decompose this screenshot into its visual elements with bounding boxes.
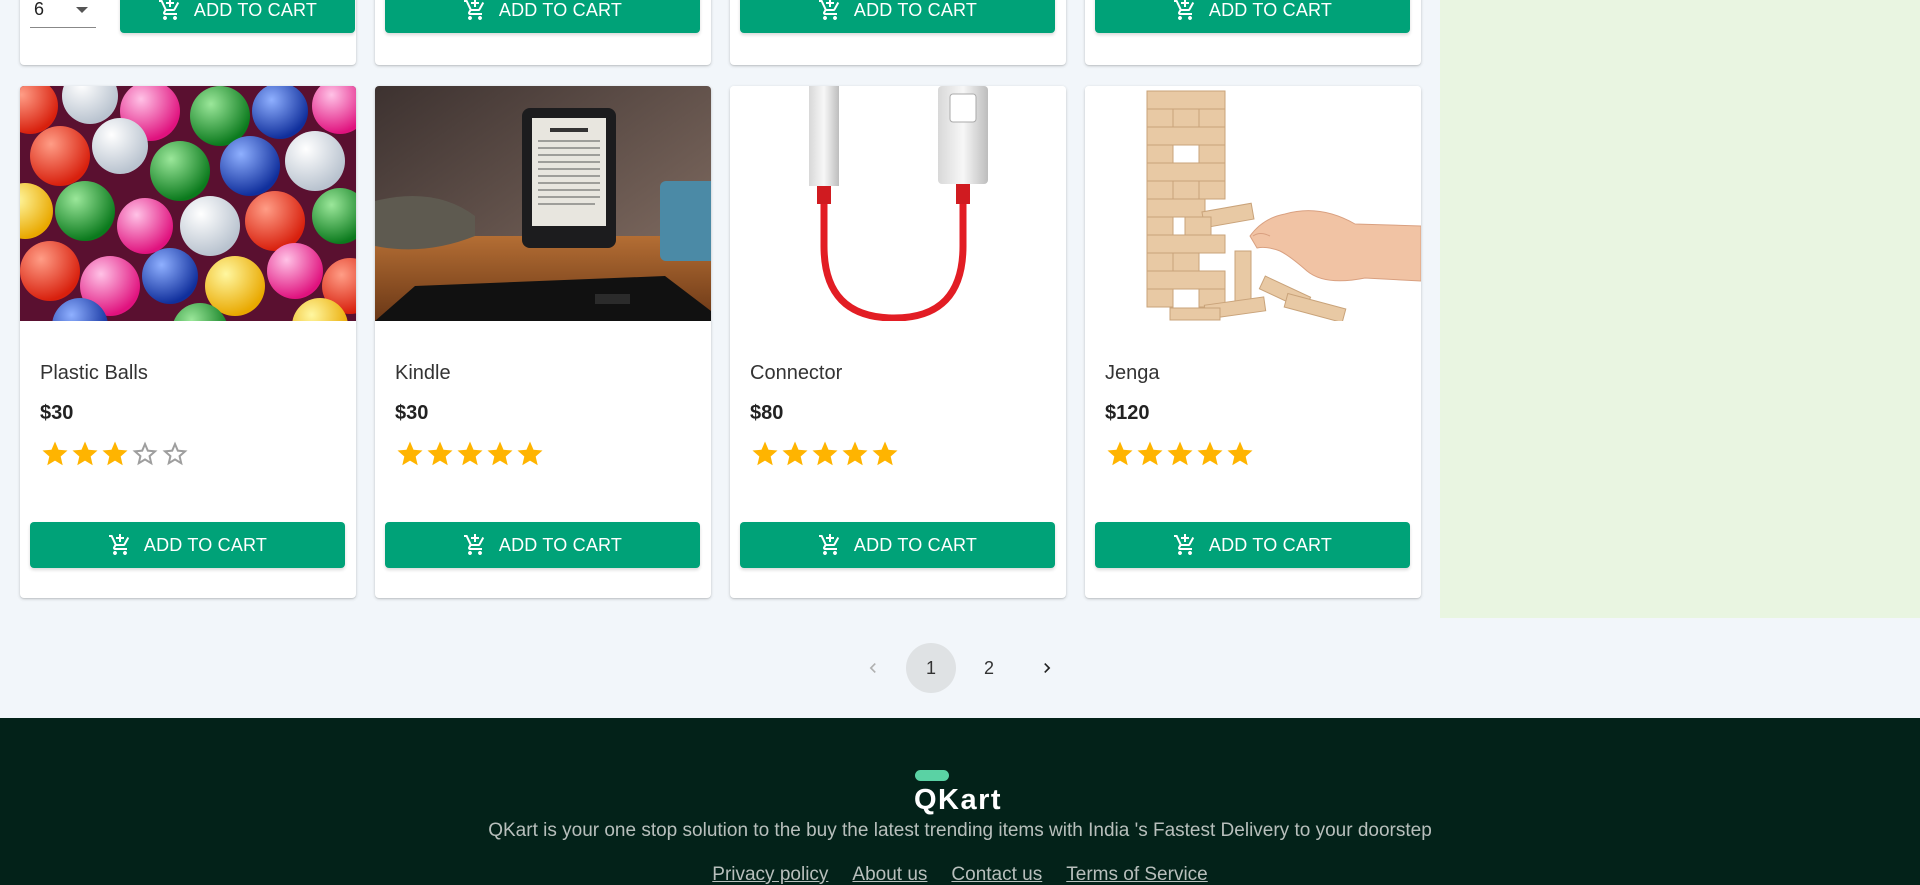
footer-tagline: QKart is your one stop solution to the b… <box>488 820 1432 841</box>
add-to-cart-label: ADD TO CART <box>1208 534 1333 555</box>
star-filled-icon <box>1195 439 1225 469</box>
product-card: Connector $80 ADD TO CART <box>730 86 1066 598</box>
product-rating <box>40 439 190 469</box>
star-filled-icon <box>840 439 870 469</box>
star-filled-icon <box>40 439 70 469</box>
product-price: $80 <box>750 402 784 424</box>
add-to-cart-button[interactable]: ADD TO CART <box>1095 522 1410 568</box>
add-cart-icon <box>818 533 842 557</box>
page-1-button[interactable]: 1 <box>906 643 956 693</box>
add-to-cart-label: ADD TO CART <box>853 0 978 20</box>
page-2-button[interactable]: 2 <box>964 643 1014 693</box>
prev-page-button[interactable] <box>848 643 898 693</box>
product-rating <box>1105 439 1255 469</box>
brand-name: QKart <box>914 784 1003 816</box>
star-filled-icon <box>515 439 545 469</box>
footer: QKart QKart is your one stop solution to… <box>0 718 1920 885</box>
pagination: 1 2 <box>0 643 1920 693</box>
add-to-cart-label: ADD TO CART <box>853 534 978 555</box>
star-filled-icon <box>780 439 810 469</box>
product-name: Kindle <box>395 362 451 384</box>
add-cart-icon <box>463 0 487 22</box>
kindle-image <box>375 86 711 321</box>
chevron-left-icon <box>869 663 876 673</box>
star-empty-icon <box>160 439 190 469</box>
star-filled-icon <box>100 439 130 469</box>
add-to-cart-button[interactable]: ADD TO CART <box>385 0 700 33</box>
star-filled-icon <box>1105 439 1135 469</box>
plastic-balls-image <box>20 86 356 321</box>
add-to-cart-label: ADD TO CART <box>193 0 318 20</box>
add-cart-icon <box>818 0 842 22</box>
chevron-down-icon <box>76 6 88 13</box>
star-filled-icon <box>455 439 485 469</box>
add-to-cart-label: ADD TO CART <box>498 0 623 20</box>
product-card: Jenga $120 ADD TO CART <box>1085 86 1421 598</box>
privacy-policy-link[interactable]: Privacy policy <box>712 864 828 885</box>
star-filled-icon <box>1135 439 1165 469</box>
product-rating <box>750 439 900 469</box>
product-card: Plastic Balls $30 ADD TO CART <box>20 86 356 598</box>
product-price: $30 <box>40 402 74 424</box>
product-card-top: ADD TO CART <box>730 0 1066 65</box>
chevron-right-icon <box>1044 663 1051 673</box>
qkart-logo: QKart <box>914 770 1004 820</box>
product-price: $30 <box>395 402 429 424</box>
quantity-select[interactable]: 6 <box>30 0 96 28</box>
next-page-button[interactable] <box>1022 643 1072 693</box>
star-filled-icon <box>870 439 900 469</box>
star-empty-icon <box>130 439 160 469</box>
add-to-cart-button[interactable]: ADD TO CART <box>30 522 345 568</box>
quantity-value: 6 <box>34 0 45 19</box>
add-to-cart-button[interactable]: ADD TO CART <box>1095 0 1410 33</box>
product-price: $120 <box>1105 402 1150 424</box>
footer-links: Privacy policy About us Contact us Terms… <box>0 864 1920 885</box>
terms-of-service-link[interactable]: Terms of Service <box>1066 864 1207 885</box>
star-filled-icon <box>485 439 515 469</box>
product-card-top: 6 ADD TO CART <box>20 0 356 65</box>
product-card-top: ADD TO CART <box>1085 0 1421 65</box>
add-to-cart-label: ADD TO CART <box>1208 0 1333 20</box>
star-filled-icon <box>750 439 780 469</box>
add-to-cart-label: ADD TO CART <box>143 534 268 555</box>
side-panel <box>1440 0 1920 618</box>
star-filled-icon <box>1165 439 1195 469</box>
logo-mark <box>915 770 949 781</box>
add-to-cart-button[interactable]: ADD TO CART <box>740 0 1055 33</box>
add-cart-icon <box>463 533 487 557</box>
connector-image <box>730 86 1066 321</box>
star-filled-icon <box>425 439 455 469</box>
contact-us-link[interactable]: Contact us <box>951 864 1042 885</box>
star-filled-icon <box>810 439 840 469</box>
add-cart-icon <box>158 0 182 22</box>
jenga-image <box>1085 86 1421 321</box>
add-cart-icon <box>108 533 132 557</box>
add-to-cart-button[interactable]: ADD TO CART <box>740 522 1055 568</box>
product-name: Connector <box>750 362 843 384</box>
product-name: Jenga <box>1105 362 1160 384</box>
add-to-cart-button[interactable]: ADD TO CART <box>385 522 700 568</box>
product-card-top: ADD TO CART <box>375 0 711 65</box>
product-name: Plastic Balls <box>40 362 148 384</box>
star-filled-icon <box>70 439 100 469</box>
add-to-cart-button[interactable]: ADD TO CART <box>120 0 355 33</box>
star-filled-icon <box>1225 439 1255 469</box>
add-to-cart-label: ADD TO CART <box>498 534 623 555</box>
product-card: Kindle $30 ADD TO CART <box>375 86 711 598</box>
about-us-link[interactable]: About us <box>852 864 927 885</box>
add-cart-icon <box>1173 0 1197 22</box>
star-filled-icon <box>395 439 425 469</box>
product-rating <box>395 439 545 469</box>
add-cart-icon <box>1173 533 1197 557</box>
